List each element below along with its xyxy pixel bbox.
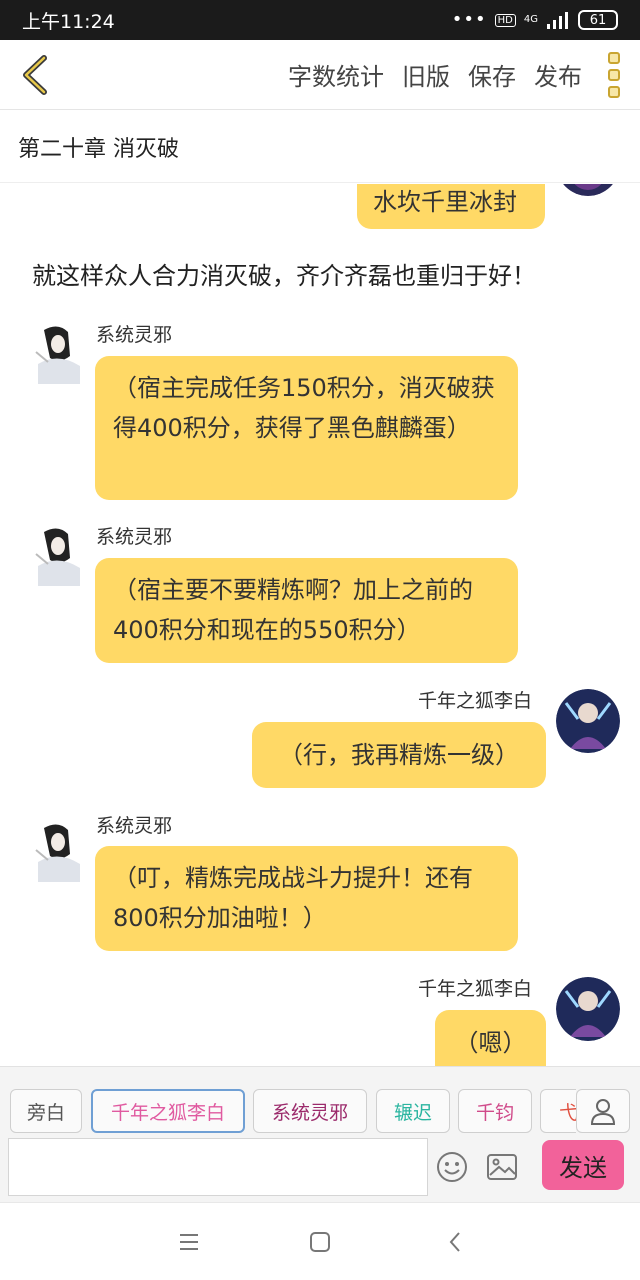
- character-chip-libai[interactable]: 千年之狐李白: [91, 1089, 245, 1133]
- message-sender: 千年之狐李白: [418, 978, 533, 1000]
- menu-icon: [180, 1234, 198, 1250]
- message-sender: 系统灵邪: [96, 815, 173, 837]
- libai-avatar[interactable]: [556, 977, 620, 1041]
- character-chip-narrator[interactable]: 旁白: [10, 1089, 82, 1133]
- add-character-button[interactable]: [576, 1089, 630, 1133]
- chapter-title: 第二十章 消灭破: [18, 136, 179, 162]
- message-bubble: （嗯）: [435, 1010, 546, 1066]
- signal-icon: [547, 12, 568, 29]
- home-button[interactable]: [305, 1227, 335, 1257]
- hd-icon: HD: [494, 13, 516, 27]
- nav-actions: 字数统计 旧版 保存 发布: [288, 57, 582, 92]
- input-row: 发送: [0, 1136, 640, 1202]
- character-selector: 旁白 千年之狐李白 系统灵邪 辗迟 千钧 弋: [0, 1066, 640, 1136]
- libai-avatar[interactable]: [556, 689, 620, 753]
- chat-message: （行，我再精炼一级）: [252, 722, 546, 788]
- send-button[interactable]: 发送: [542, 1140, 624, 1190]
- message-sender: 系统灵邪: [96, 324, 173, 346]
- back-button[interactable]: [0, 40, 70, 110]
- chevron-left-icon: [23, 54, 47, 95]
- chat-message: （宿主完成任务150积分，消灭破获得400积分，获得了黑色麒麟蛋）: [95, 356, 518, 500]
- system-nav-bar: [0, 1202, 640, 1280]
- network-type: 4G: [523, 14, 538, 25]
- top-nav: 字数统计 旧版 保存 发布: [0, 40, 640, 110]
- character-chip-qianjun[interactable]: 千钧: [458, 1089, 532, 1133]
- message-input[interactable]: [8, 1138, 428, 1196]
- word-count-button[interactable]: 字数统计: [288, 57, 384, 92]
- notification-dots-icon: •••: [451, 9, 487, 30]
- home-icon: [310, 1232, 330, 1252]
- chapter-title-bar[interactable]: 第二十章 消灭破: [0, 111, 640, 183]
- publish-button[interactable]: 发布: [534, 57, 582, 92]
- image-icon: [487, 1154, 517, 1180]
- message-bubble: （叮，精炼完成战斗力提升！还有800积分加油啦！）: [95, 846, 518, 951]
- message-bubble: （宿主完成任务150积分，消灭破获得400积分，获得了黑色麒麟蛋）: [95, 356, 518, 500]
- character-chip-label: 弋: [559, 1098, 576, 1125]
- character-chip-label: 旁白: [26, 1101, 65, 1124]
- image-button[interactable]: [483, 1148, 521, 1186]
- status-bar: 上午11:24 ••• HD 4G 61: [0, 0, 640, 40]
- narration-text: 就这样众人合力消灭破，齐介齐磊也重归于好！: [32, 262, 536, 290]
- chat-message: （叮，精炼完成战斗力提升！还有800积分加油啦！）: [95, 846, 518, 951]
- more-menu-icon[interactable]: [594, 40, 634, 110]
- old-version-button[interactable]: 旧版: [402, 57, 450, 92]
- character-chip-partial[interactable]: 弋: [540, 1089, 576, 1133]
- user-icon: [590, 1099, 616, 1125]
- system-avatar[interactable]: [30, 322, 86, 386]
- character-chip-zhanchi[interactable]: 辗迟: [376, 1089, 450, 1133]
- status-icons: ••• HD 4G 61: [452, 10, 618, 30]
- emoji-icon: [437, 1152, 467, 1182]
- message-sender: 系统灵邪: [96, 526, 173, 548]
- system-avatar[interactable]: [30, 524, 86, 588]
- character-chip-label: 千年之狐李白: [110, 1101, 225, 1124]
- libai-avatar[interactable]: [556, 184, 620, 196]
- status-time: 上午11:24: [22, 10, 115, 33]
- character-chip-label: 系统灵邪: [271, 1101, 348, 1124]
- character-chip-system[interactable]: 系统灵邪: [253, 1089, 367, 1133]
- chat-message-partial: 水坎千里冰封: [357, 184, 545, 229]
- chat-area[interactable]: 水坎千里冰封 就这样众人合力消灭破，齐介齐磊也重归于好！ 系统灵邪 （宿主完成任…: [0, 184, 640, 1066]
- back-nav-button[interactable]: [440, 1227, 470, 1257]
- chat-message: （嗯）: [435, 1010, 546, 1066]
- message-sender: 千年之狐李白: [418, 690, 533, 712]
- chat-message: （宿主要不要精炼啊？加上之前的400积分和现在的550积分）: [95, 558, 518, 663]
- message-bubble: 水坎千里冰封: [357, 184, 545, 229]
- back-icon: [449, 1232, 460, 1252]
- battery-icon: 61: [578, 10, 618, 30]
- system-avatar[interactable]: [30, 820, 86, 884]
- save-button[interactable]: 保存: [468, 57, 516, 92]
- menu-button[interactable]: [174, 1227, 204, 1257]
- message-bubble: （行，我再精炼一级）: [252, 722, 546, 788]
- battery-level: 61: [589, 12, 607, 28]
- message-bubble: （宿主要不要精炼啊？加上之前的400积分和现在的550积分）: [95, 558, 518, 663]
- character-chip-label: 辗迟: [393, 1101, 432, 1124]
- send-label: 发送: [559, 1153, 607, 1182]
- emoji-button[interactable]: [433, 1148, 471, 1186]
- character-chip-label: 千钧: [475, 1101, 514, 1124]
